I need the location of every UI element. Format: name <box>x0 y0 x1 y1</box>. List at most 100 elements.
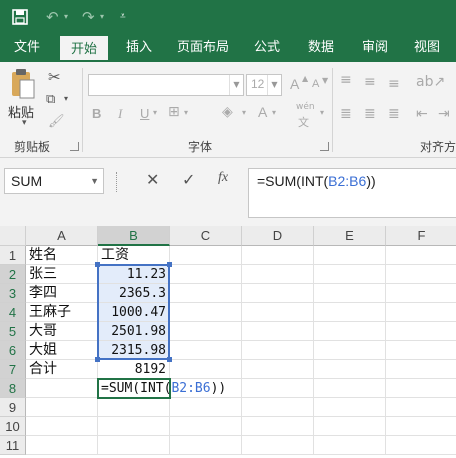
spreadsheet-grid[interactable]: A B C D E F 1 姓名 工资 2 张三 11.23 3 李四 2365.3 4 王麻子 1000.47 5… <box>0 226 456 458</box>
row-header-7[interactable]: 7 <box>0 360 26 379</box>
cell-b10[interactable] <box>98 417 170 436</box>
fill-color-icon[interactable]: ◈ <box>222 104 233 120</box>
column-header-d[interactable]: D <box>242 226 314 246</box>
cell-a11[interactable] <box>26 436 98 455</box>
cell-d4[interactable] <box>242 303 314 322</box>
shrink-font-button[interactable]: A <box>312 78 319 90</box>
align-bottom-icon[interactable]: ≡ <box>388 76 400 92</box>
cell-f8[interactable] <box>386 379 456 398</box>
cell-a1[interactable]: 姓名 <box>26 246 98 265</box>
row-header-8[interactable]: 8 <box>0 379 26 398</box>
cell-d9[interactable] <box>242 398 314 417</box>
cell-c6[interactable] <box>170 341 242 360</box>
tab-formulas[interactable]: 公式 <box>244 34 290 62</box>
cell-e8[interactable] <box>314 379 386 398</box>
cell-b7[interactable]: 8192 <box>98 360 170 379</box>
row-header-2[interactable]: 2 <box>0 265 26 284</box>
row-header-6[interactable]: 6 <box>0 341 26 360</box>
cell-f5[interactable] <box>386 322 456 341</box>
cell-a5[interactable]: 大哥 <box>26 322 98 341</box>
cell-e11[interactable] <box>314 436 386 455</box>
cell-f7[interactable] <box>386 360 456 379</box>
bold-button[interactable]: B <box>92 106 101 121</box>
cell-d1[interactable] <box>242 246 314 265</box>
cell-a3[interactable]: 李四 <box>26 284 98 303</box>
paste-button[interactable]: 粘贴 <box>8 102 34 121</box>
cell-a9[interactable] <box>26 398 98 417</box>
cell-b1[interactable]: 工资 <box>98 246 170 265</box>
align-center-icon[interactable]: ≣ <box>364 106 376 122</box>
clipboard-launcher-icon[interactable] <box>70 142 79 151</box>
tab-review[interactable]: 审阅 <box>352 34 398 62</box>
cell-c1[interactable] <box>170 246 242 265</box>
cell-b2[interactable]: 11.23 <box>98 265 170 284</box>
cell-c4[interactable] <box>170 303 242 322</box>
column-header-a[interactable]: A <box>26 226 98 246</box>
paste-dropdown-icon[interactable]: ▾ <box>22 118 27 128</box>
cell-f10[interactable] <box>386 417 456 436</box>
cell-e1[interactable] <box>314 246 386 265</box>
select-all-corner[interactable] <box>0 226 26 246</box>
cell-c2[interactable] <box>170 265 242 284</box>
cell-a6[interactable]: 大姐 <box>26 341 98 360</box>
font-color-icon[interactable]: A <box>258 104 267 120</box>
cell-d8[interactable] <box>242 379 314 398</box>
cell-c3[interactable] <box>170 284 242 303</box>
cell-b3[interactable]: 2365.3 <box>98 284 170 303</box>
decrease-indent-icon[interactable]: ⇤ <box>416 106 428 122</box>
cell-e3[interactable] <box>314 284 386 303</box>
undo-icon[interactable]: ↶ <box>46 0 59 34</box>
font-size-combo[interactable]: 12 ▼ <box>246 74 282 96</box>
tab-view[interactable]: 视图 <box>404 34 450 62</box>
cell-b11[interactable] <box>98 436 170 455</box>
enter-icon[interactable]: ✓ <box>182 170 195 189</box>
fill-color-dropdown-icon[interactable]: ▾ <box>242 108 246 117</box>
range-resize-handle[interactable] <box>167 357 172 362</box>
chevron-down-icon[interactable]: ▼ <box>229 75 243 95</box>
cut-icon[interactable]: ✂ <box>48 68 61 86</box>
cell-b9[interactable] <box>98 398 170 417</box>
paste-icon[interactable] <box>10 68 36 104</box>
formula-input[interactable]: =SUM(INT(B2:B6)) <box>248 168 456 218</box>
grow-font-button[interactable]: A <box>290 76 299 92</box>
phonetic-dropdown-icon[interactable]: ▾ <box>320 108 324 117</box>
borders-dropdown-icon[interactable]: ▾ <box>184 108 188 117</box>
cell-c11[interactable] <box>170 436 242 455</box>
increase-indent-icon[interactable]: ⇥ <box>438 106 450 122</box>
borders-icon[interactable]: ⊞ <box>168 104 180 120</box>
row-header-3[interactable]: 3 <box>0 284 26 303</box>
column-header-c[interactable]: C <box>170 226 242 246</box>
cell-e10[interactable] <box>314 417 386 436</box>
cell-a8[interactable] <box>26 379 98 398</box>
cell-c5[interactable] <box>170 322 242 341</box>
cell-d11[interactable] <box>242 436 314 455</box>
cell-c9[interactable] <box>170 398 242 417</box>
row-header-11[interactable]: 11 <box>0 436 26 455</box>
customize-icon[interactable]: ⩡ <box>120 0 126 34</box>
cell-f6[interactable] <box>386 341 456 360</box>
row-header-10[interactable]: 10 <box>0 417 26 436</box>
cell-e7[interactable] <box>314 360 386 379</box>
tab-home[interactable]: 开始 <box>58 34 110 62</box>
row-header-5[interactable]: 5 <box>0 322 26 341</box>
redo-dropdown-icon[interactable]: ▾ <box>100 0 104 34</box>
cell-c10[interactable] <box>170 417 242 436</box>
column-header-f[interactable]: F <box>386 226 456 246</box>
cell-c7[interactable] <box>170 360 242 379</box>
cell-a2[interactable]: 张三 <box>26 265 98 284</box>
redo-icon[interactable]: ↷ <box>82 0 95 34</box>
chevron-down-icon[interactable]: ▼ <box>267 75 281 95</box>
tab-file[interactable]: 文件 <box>0 34 54 62</box>
cell-a10[interactable] <box>26 417 98 436</box>
row-header-4[interactable]: 4 <box>0 303 26 322</box>
orientation-icon[interactable]: ab↗ <box>416 74 445 90</box>
cell-d10[interactable] <box>242 417 314 436</box>
cell-d6[interactable] <box>242 341 314 360</box>
copy-icon[interactable]: ⧉ <box>46 92 55 107</box>
save-icon[interactable] <box>12 0 28 37</box>
range-resize-handle[interactable] <box>167 262 172 267</box>
cell-f9[interactable] <box>386 398 456 417</box>
cell-e2[interactable] <box>314 265 386 284</box>
row-header-9[interactable]: 9 <box>0 398 26 417</box>
cell-e4[interactable] <box>314 303 386 322</box>
